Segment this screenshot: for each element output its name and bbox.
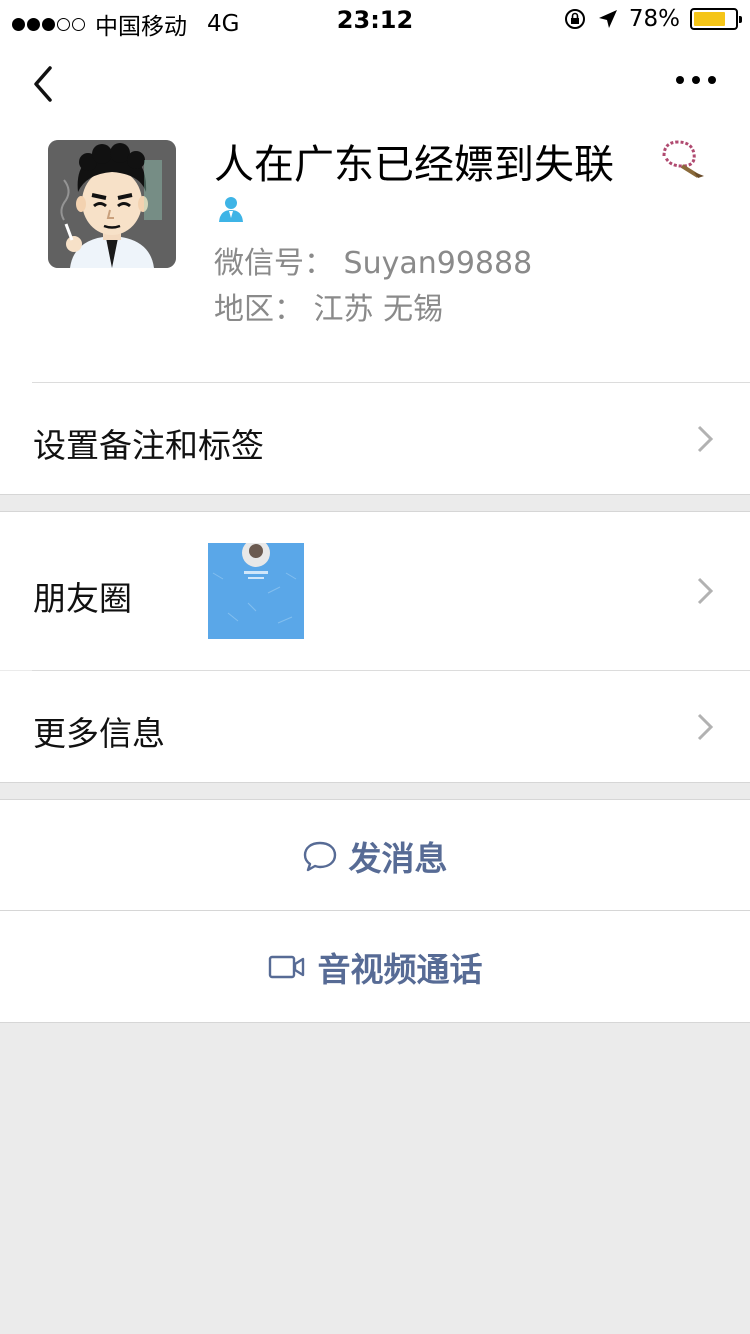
wechat-id-label: 微信号： <box>214 246 334 281</box>
moments-label: 朋友圈 <box>33 579 132 618</box>
moments-row[interactable]: 朋友圈 <box>0 512 750 670</box>
remark-tags-label: 设置备注和标签 <box>33 426 264 465</box>
region-line: 地区： 江苏 无锡 <box>214 284 443 328</box>
more-info-label: 更多信息 <box>33 714 165 753</box>
remark-tags-row[interactable]: 设置备注和标签 <box>0 383 750 495</box>
battery-icon <box>690 8 742 30</box>
avatar[interactable] <box>48 140 176 268</box>
send-message-button[interactable]: 发消息 <box>0 800 750 911</box>
chat-bubble-icon <box>303 841 336 871</box>
more-info-row[interactable]: 更多信息 <box>0 671 750 782</box>
section-border <box>0 1022 750 1023</box>
video-call-label: 音视频通话 <box>317 949 483 989</box>
chevron-right-icon <box>697 577 714 605</box>
chevron-right-icon <box>697 713 714 741</box>
moments-thumbnail[interactable] <box>208 543 304 639</box>
location-arrow-icon <box>598 10 617 28</box>
region-label: 地区： <box>214 292 304 327</box>
wechat-id-line: 微信号： Suyan99888 <box>214 238 532 282</box>
male-gender-icon <box>219 197 243 222</box>
status-right: 78% <box>563 6 742 32</box>
section-border <box>0 782 750 783</box>
chevron-right-icon <box>697 425 714 453</box>
profile-name: 人在广东已经嫖到失联 <box>214 142 614 188</box>
region-value: 江苏 无锡 <box>313 292 444 327</box>
wechat-id-value: Suyan99888 <box>343 246 533 281</box>
send-message-label: 发消息 <box>348 838 448 878</box>
status-bar: 中国移动 4G 23:12 78% <box>0 0 750 40</box>
rotation-lock-icon <box>564 9 585 29</box>
section-border <box>0 494 750 495</box>
video-camera-icon <box>268 955 304 978</box>
back-button[interactable] <box>28 62 62 106</box>
video-call-button[interactable]: 音视频通话 <box>0 911 750 1022</box>
more-dot-icon <box>692 76 700 84</box>
more-options-button[interactable] <box>676 76 716 84</box>
profile-section: 人在广东已经嫖到失联 微信号： Suyan99888 地区： 江苏 无锡 设置备… <box>0 40 750 495</box>
more-dot-icon <box>676 76 684 84</box>
battery-percent: 78% <box>628 6 680 32</box>
rosary-emoji-icon <box>662 140 704 178</box>
more-dot-icon <box>708 76 716 84</box>
